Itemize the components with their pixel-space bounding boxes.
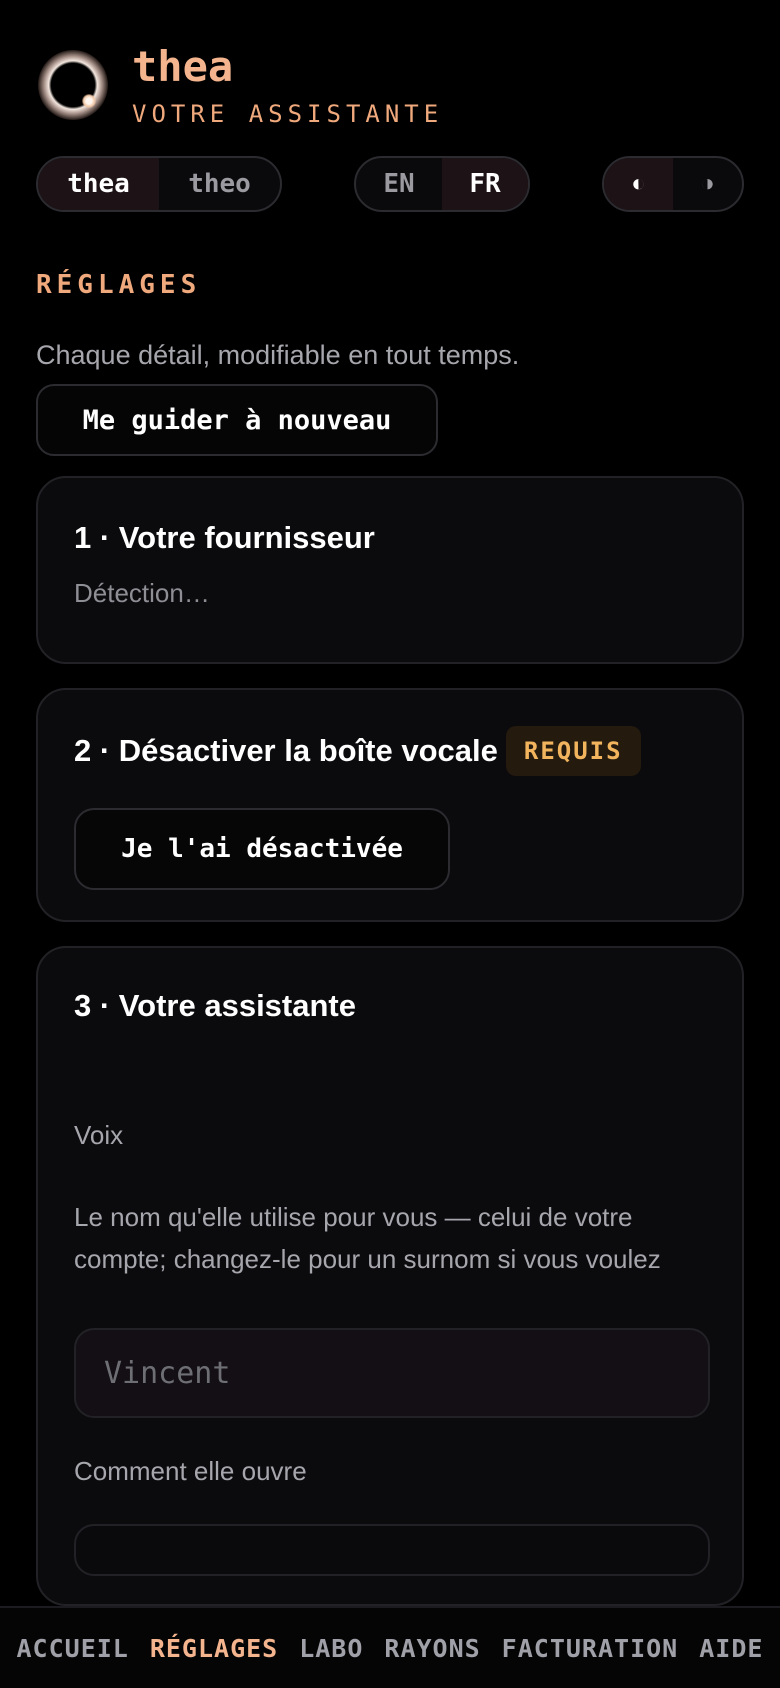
nav-item-facturation[interactable]: FACTURATION bbox=[502, 1634, 679, 1663]
nav-item-reglages[interactable]: RÉGLAGES bbox=[150, 1634, 278, 1663]
provider-card: 1 · Votre fournisseur Détection… bbox=[36, 476, 744, 664]
nav-item-accueil[interactable]: ACCUEIL bbox=[16, 1634, 128, 1663]
nav-item-rayons[interactable]: RAYONS bbox=[384, 1634, 480, 1663]
language-toggle: EN FR bbox=[354, 156, 530, 212]
theme-toggle: ◐ ◑ bbox=[602, 156, 744, 212]
provider-card-title: 1 · Votre fournisseur bbox=[74, 520, 375, 555]
guide-again-button[interactable]: Me guider à nouveau bbox=[36, 384, 438, 456]
provider-status: Détection… bbox=[74, 578, 210, 608]
voicemail-disabled-button[interactable]: Je l'ai désactivée bbox=[74, 808, 450, 890]
required-badge: REQUIS bbox=[505, 726, 641, 776]
assistant-card: 3 · Votre assistante Voix Le nom qu'elle… bbox=[36, 946, 744, 1606]
bottom-nav: ACCUEIL RÉGLAGES LABO RAYONS FACTURATION… bbox=[0, 1606, 780, 1688]
voice-label: Voix bbox=[74, 1120, 124, 1150]
assistant-card-title: 3 · Votre assistante bbox=[74, 988, 356, 1023]
persona-option-theo[interactable]: theo bbox=[159, 158, 280, 210]
nav-item-labo[interactable]: LABO bbox=[299, 1634, 363, 1663]
section-description: Chaque détail, modifiable en tout temps. bbox=[36, 340, 520, 370]
voicemail-card-title: 2 · Désactiver la boîte vocale bbox=[74, 733, 498, 768]
theme-dark-icon[interactable]: ◐ bbox=[604, 158, 673, 210]
persona-option-thea[interactable]: thea bbox=[38, 158, 159, 210]
nickname-label: Le nom qu'elle utilise pour vous — celui… bbox=[74, 1202, 661, 1274]
nav-item-aide[interactable]: AIDE bbox=[699, 1634, 763, 1663]
language-option-fr[interactable]: FR bbox=[442, 158, 528, 210]
language-option-en[interactable]: EN bbox=[356, 158, 442, 210]
voicemail-title-row: 2 · Désactiver la boîte vocale REQUIS bbox=[74, 726, 641, 776]
persona-toggle: thea theo bbox=[36, 156, 282, 212]
section-title: RÉGLAGES bbox=[36, 270, 202, 300]
theme-light-icon[interactable]: ◑ bbox=[673, 158, 742, 210]
brand-subtitle: VOTRE ASSISTANTE bbox=[132, 100, 444, 128]
voicemail-card: 2 · Désactiver la boîte vocale REQUIS Je… bbox=[36, 688, 744, 922]
nickname-input[interactable] bbox=[74, 1328, 710, 1418]
brand-name: thea bbox=[132, 42, 234, 91]
opening-input[interactable] bbox=[74, 1524, 710, 1576]
logo-spark-icon bbox=[82, 94, 96, 108]
opening-label: Comment elle ouvre bbox=[74, 1456, 307, 1486]
brand-logo bbox=[38, 50, 108, 120]
